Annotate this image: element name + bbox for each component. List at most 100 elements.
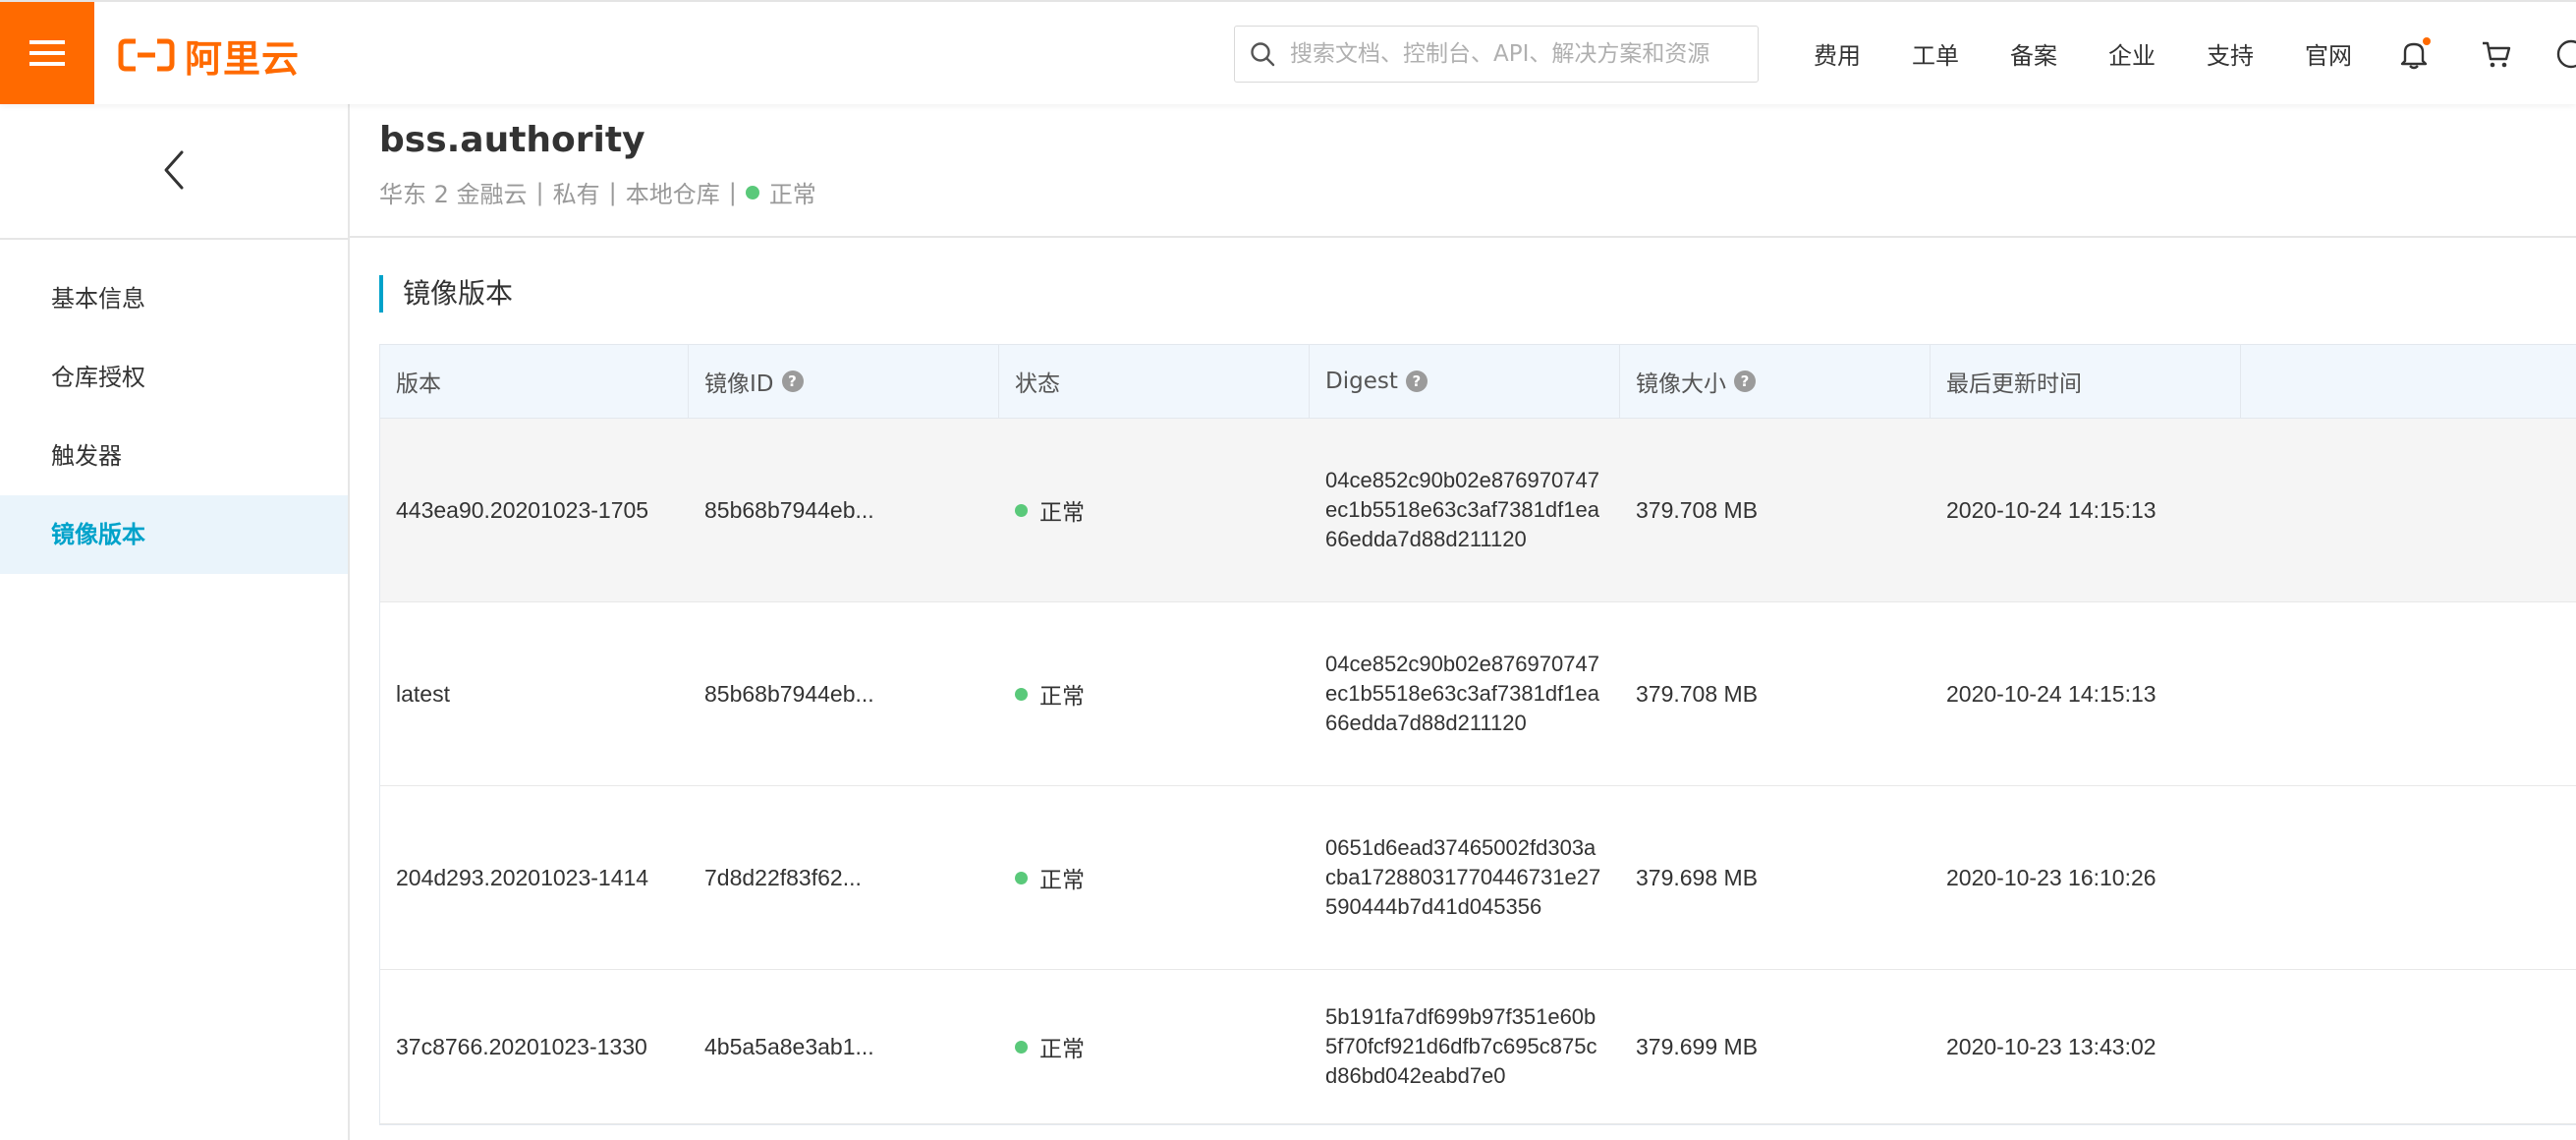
aliyun-logo[interactable]: 阿里云 xyxy=(118,33,300,81)
column-header-label: Digest xyxy=(1325,369,1398,394)
meta-separator: | xyxy=(535,178,544,206)
cart-button[interactable] xyxy=(2480,37,2513,71)
cell-size: 379.708 MB xyxy=(1636,496,1759,523)
cell-version: 443ea90.20201023-1705 xyxy=(396,496,649,523)
search-input[interactable] xyxy=(1290,29,1758,79)
table-header: 版本 镜像ID ? 状态 Digest ? 镜像大小 ? 最后更新时间 xyxy=(380,345,2576,419)
table-row: 204d293.20201023-1414 7d8d22f83f62... 正常… xyxy=(380,786,2576,970)
cell-updated: 2020-10-24 14:15:13 xyxy=(1946,680,2156,707)
notification-dot xyxy=(2423,37,2431,45)
global-search-box[interactable] xyxy=(1234,26,1759,83)
cell-image-id: 7d8d22f83f62... xyxy=(704,864,862,890)
repository-name: bss.authority xyxy=(379,120,645,160)
table-row: 37c8766.20201023-1330 4b5a5a8e3ab1... 正常… xyxy=(380,970,2576,1124)
status-dot-icon xyxy=(1015,687,1028,701)
status-dot-icon xyxy=(745,185,759,200)
column-header-label: 状态 xyxy=(1015,371,1060,397)
nav-link-icp[interactable]: 备案 xyxy=(1985,36,2083,71)
chevron-left-icon xyxy=(164,150,184,190)
nav-link-official-site[interactable]: 官网 xyxy=(2279,36,2378,71)
question-mark-icon[interactable]: ? xyxy=(781,370,804,392)
cell-image-id: 85b68b7944eb... xyxy=(704,496,874,523)
section-title: 镜像版本 xyxy=(379,275,513,313)
status-dot-icon xyxy=(1015,503,1028,517)
meta-separator: | xyxy=(728,178,737,206)
question-mark-icon[interactable]: ? xyxy=(1734,370,1756,392)
top-navigation-bar: 阿里云 费用 工单 备案 企业 支持 官网 xyxy=(0,0,2576,104)
cell-version: latest xyxy=(396,680,450,707)
search-icon xyxy=(1235,27,1290,82)
repository-header: bss.authority 华东 2 金融云 | 私有 | 本地仓库 | 正常 xyxy=(350,102,2576,238)
hamburger-menu-button[interactable] xyxy=(0,2,94,104)
logo-text: 阿里云 xyxy=(185,36,301,81)
cell-actions xyxy=(2241,970,2576,1123)
cell-version: 204d293.20201023-1414 xyxy=(396,864,649,890)
column-header-label: 镜像ID xyxy=(704,371,774,397)
nav-link-tickets[interactable]: 工单 xyxy=(1886,36,1985,71)
status-dot-icon xyxy=(1015,871,1028,884)
status-text: 正常 xyxy=(1039,1037,1085,1062)
cell-size: 379.698 MB xyxy=(1636,864,1759,890)
cell-version: 37c8766.20201023-1330 xyxy=(396,1033,647,1059)
cell-actions xyxy=(2241,602,2576,785)
cell-updated: 2020-10-24 14:15:13 xyxy=(1946,496,2156,523)
repository-source: 本地仓库 xyxy=(625,181,720,208)
cell-digest: 04ce852c90b02e876970747ec1b5518e63c3af73… xyxy=(1325,468,1599,551)
sidebar-menu: 基本信息 仓库授权 触发器 镜像版本 xyxy=(0,240,348,574)
column-header-actions xyxy=(2241,345,2576,418)
column-header-digest: Digest ? xyxy=(1310,345,1620,418)
cell-size: 379.708 MB xyxy=(1636,680,1759,707)
sidebar-item-basic-info[interactable]: 基本信息 xyxy=(0,259,348,338)
status-dot-icon xyxy=(1015,1040,1028,1054)
cell-size: 379.699 MB xyxy=(1636,1033,1759,1059)
cell-actions xyxy=(2241,786,2576,969)
notification-bell-button[interactable] xyxy=(2397,37,2431,71)
column-header-image-id: 镜像ID ? xyxy=(689,345,999,418)
image-versions-table: 版本 镜像ID ? 状态 Digest ? 镜像大小 ? 最后更新时间 443e… xyxy=(379,344,2576,1125)
main-content: bss.authority 华东 2 金融云 | 私有 | 本地仓库 | 正常 … xyxy=(350,102,2576,1140)
aliyun-logo-icon xyxy=(118,38,175,72)
column-header-image-size: 镜像大小 ? xyxy=(1620,345,1931,418)
question-mark-icon[interactable]: ? xyxy=(1405,370,1428,392)
column-header-version: 版本 xyxy=(380,345,689,418)
cell-image-id: 4b5a5a8e3ab1... xyxy=(704,1033,874,1059)
hamburger-icon xyxy=(29,40,65,66)
repository-region: 华东 2 金融云 xyxy=(379,181,528,208)
status-text: 正常 xyxy=(1039,500,1085,526)
sidebar-item-repo-authorization[interactable]: 仓库授权 xyxy=(0,338,348,417)
cart-icon xyxy=(2483,41,2511,68)
sidebar-item-image-versions[interactable]: 镜像版本 xyxy=(0,495,348,574)
repository-visibility: 私有 xyxy=(552,181,600,208)
column-header-status: 状态 xyxy=(999,345,1310,418)
column-header-label: 镜像大小 xyxy=(1636,371,1726,397)
cell-updated: 2020-10-23 16:10:26 xyxy=(1946,864,2156,890)
top-nav-links: 费用 工单 备案 企业 支持 官网 xyxy=(1788,2,2378,104)
status-text: 正常 xyxy=(1039,684,1085,710)
help-button[interactable] xyxy=(2554,37,2576,71)
cell-image-id: 85b68b7944eb... xyxy=(704,680,874,707)
column-header-updated: 最后更新时间 xyxy=(1931,345,2241,418)
status-text: 正常 xyxy=(1039,868,1085,893)
cell-status: 正常 xyxy=(999,786,1310,969)
repository-status: 正常 xyxy=(768,181,816,208)
cell-actions xyxy=(2241,419,2576,601)
cell-status: 正常 xyxy=(999,970,1310,1123)
cell-digest: 04ce852c90b02e876970747ec1b5518e63c3af73… xyxy=(1325,652,1599,735)
cell-updated: 2020-10-23 13:43:02 xyxy=(1946,1033,2156,1059)
cell-digest: 0651d6ead37465002fd303acba17288031770446… xyxy=(1325,835,1601,919)
table-row: latest 85b68b7944eb... 正常 04ce852c90b02e… xyxy=(380,602,2576,786)
sidebar-item-triggers[interactable]: 触发器 xyxy=(0,417,348,495)
column-header-label: 版本 xyxy=(396,371,441,397)
column-header-label: 最后更新时间 xyxy=(1946,371,2082,397)
nav-link-billing[interactable]: 费用 xyxy=(1788,36,1886,71)
nav-link-enterprise[interactable]: 企业 xyxy=(2083,36,2181,71)
back-button[interactable] xyxy=(0,102,348,240)
cell-status: 正常 xyxy=(999,419,1310,601)
help-circle-icon xyxy=(2556,39,2576,69)
repository-meta: 华东 2 金融云 | 私有 | 本地仓库 | 正常 xyxy=(379,175,816,209)
cell-status: 正常 xyxy=(999,602,1310,785)
cell-digest: 5b191fa7df699b97f351e60b5f70fcf921d6dfb7… xyxy=(1325,1004,1597,1088)
nav-link-support[interactable]: 支持 xyxy=(2181,36,2279,71)
left-sidebar: 基本信息 仓库授权 触发器 镜像版本 xyxy=(0,102,350,1140)
table-row: 443ea90.20201023-1705 85b68b7944eb... 正常… xyxy=(380,419,2576,602)
